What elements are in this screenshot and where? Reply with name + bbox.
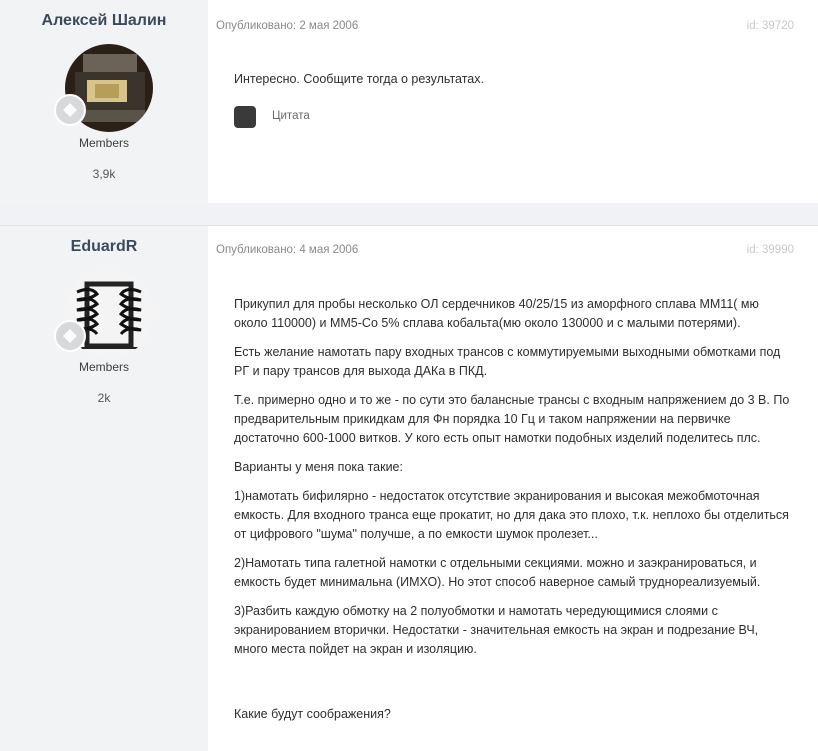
post-paragraph: Т.е. примерно одно и то же - по сути это… [234,393,790,445]
author-panel: EduardR Members 2k [0,226,208,751]
author-name-link[interactable]: EduardR [0,238,208,256]
post-id: id: 39990 [746,244,794,256]
post-paragraph: Есть желание намотать пару входных транс… [234,345,781,378]
quote-button[interactable]: Цитата [272,110,310,122]
author-panel: Алексей Шалин Members 3,9k [0,0,208,203]
post-39720: Алексей Шалин Members 3,9k Опубликовано:… [0,0,818,204]
post-paragraph: Какие будут соображения? [234,707,391,721]
post-39990: EduardR Members 2k Опубликовано: 4 мая 2… [0,225,818,751]
post-paragraph: 2)Намотать типа галетной намотки с отдел… [234,556,761,589]
rank-badge-icon [54,320,86,352]
post-paragraph: Варианты у меня пока такие: [234,460,403,474]
rank-badge-icon [54,94,86,126]
post-paragraph: 3)Разбить каждую обмотку на 2 полуобмотк… [234,604,759,656]
post-count: 2k [97,391,111,405]
post-content: Прикупил для пробы несколько ОЛ сердечни… [234,295,794,736]
post-separator [0,203,818,226]
quote-checkbox[interactable] [234,106,256,128]
member-group: Members [78,136,129,150]
post-paragraph: Интересно. Сообщите тогда о результатах. [234,72,484,86]
author-name-link[interactable]: Алексей Шалин [0,12,208,30]
post-id: id: 39720 [746,20,794,32]
post-paragraph: 1)намотать бифилярно - недостаток отсутс… [234,489,789,541]
post-date[interactable]: Опубликовано: 2 мая 2006 [216,20,358,32]
member-group: Members [78,360,129,374]
post-count: 3,9k [92,167,116,181]
post-date[interactable]: Опубликовано: 4 мая 2006 [216,244,358,256]
post-paragraph: Прикупил для пробы несколько ОЛ сердечни… [234,297,759,330]
post-content: Интересно. Сообщите тогда о результатах. [234,70,794,101]
